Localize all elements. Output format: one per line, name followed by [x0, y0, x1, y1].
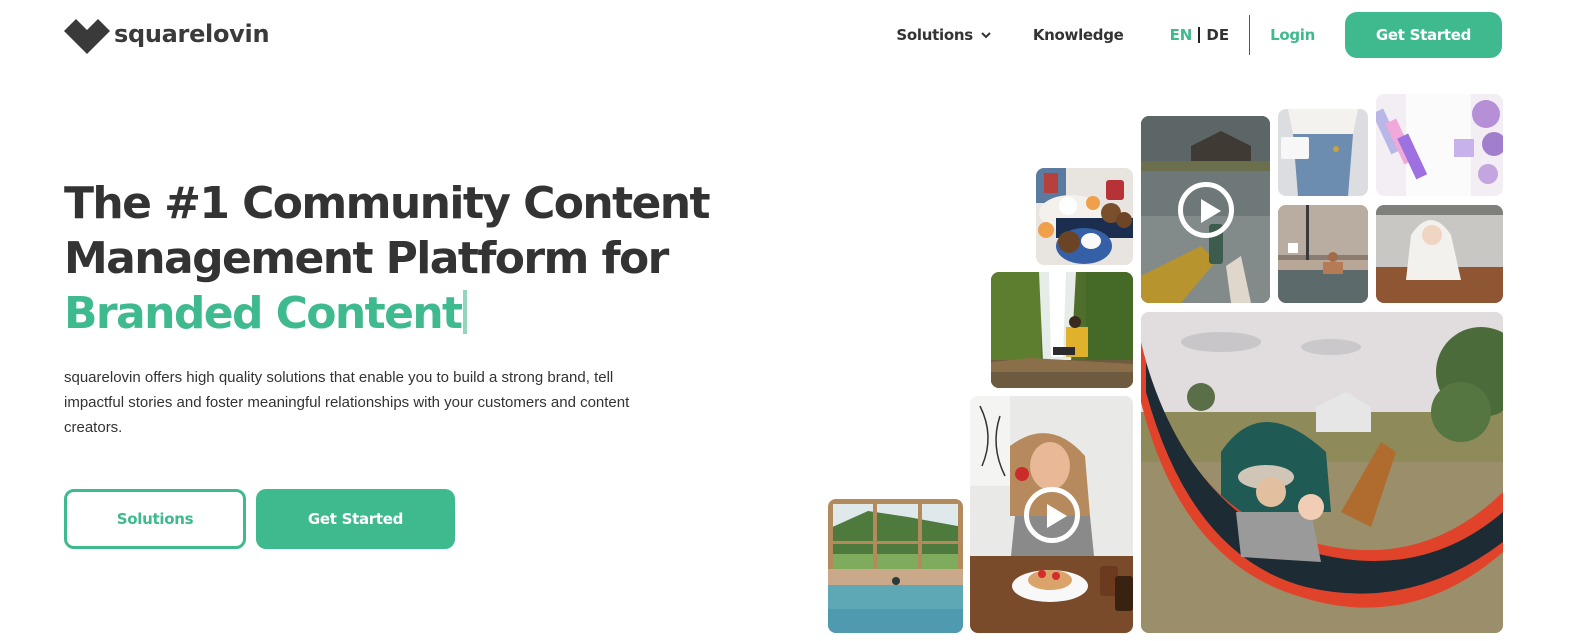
breakfast-image [1036, 168, 1133, 265]
hero-title-accent: Branded Content [64, 288, 463, 339]
photo-spa[interactable] [1278, 205, 1368, 303]
logo-text: squarelovin [114, 20, 270, 48]
photo-notebook[interactable] [1376, 94, 1503, 196]
hero-description: squarelovin offers high quality solution… [64, 369, 630, 436]
play-video-icon[interactable] [1023, 486, 1080, 543]
header-get-started-button[interactable]: Get Started [1345, 12, 1502, 58]
language-switcher: EN DE [1170, 26, 1230, 44]
nav-knowledge-label: Knowledge [1032, 26, 1124, 44]
chevron-down-icon [981, 31, 991, 38]
photo-breakfast[interactable] [1036, 168, 1133, 265]
photo-baby[interactable] [1376, 205, 1503, 303]
hero-title-line2: Management Platform for [64, 233, 669, 284]
photo-jeans[interactable] [1278, 109, 1368, 196]
hero-title: The #1 Community Content Management Plat… [64, 176, 764, 341]
photo-pancakes-video[interactable] [970, 396, 1133, 633]
photo-waterfall[interactable] [991, 272, 1133, 388]
login-link[interactable]: Login [1270, 26, 1315, 44]
typing-cursor [463, 290, 468, 334]
play-video-icon[interactable] [1177, 181, 1234, 238]
jeans-image [1278, 109, 1368, 196]
pool-image [828, 499, 963, 633]
waterfall-image [991, 272, 1133, 388]
solutions-button[interactable]: Solutions [64, 489, 246, 549]
nav-divider [1249, 15, 1251, 55]
lang-en[interactable]: EN [1170, 26, 1193, 44]
lang-de[interactable]: DE [1206, 26, 1229, 44]
nav-solutions[interactable]: Solutions [896, 26, 991, 44]
logo[interactable]: squarelovin [64, 14, 270, 54]
hero-title-line1: The #1 Community Content [64, 178, 711, 229]
main-nav: Solutions Knowledge EN DE Login Get Star… [896, 12, 1502, 58]
baby-image [1376, 205, 1503, 303]
lang-separator [1198, 27, 1201, 43]
photo-lake-video[interactable] [1141, 116, 1270, 303]
hero-buttons: Solutions Get Started [64, 489, 455, 549]
get-started-button[interactable]: Get Started [256, 489, 455, 549]
photo-hammock[interactable] [1141, 312, 1503, 633]
nav-knowledge[interactable]: Knowledge [1033, 26, 1124, 44]
nav-solutions-label: Solutions [896, 26, 973, 44]
hammock-image [1141, 312, 1503, 633]
heart-logo-icon [64, 19, 110, 54]
photo-pool[interactable] [828, 499, 963, 633]
spa-image [1278, 205, 1368, 303]
notebook-image [1376, 94, 1503, 196]
